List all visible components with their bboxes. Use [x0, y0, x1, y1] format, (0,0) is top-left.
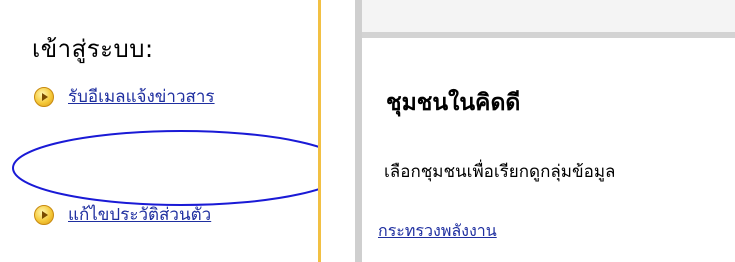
divider-gap — [321, 0, 355, 262]
community-description: เลือกชุมชนเพื่อเรียกดูกลุ่มข้อมูล — [384, 162, 616, 182]
left-sidebar: เข้าสู่ระบบ: รับอีเมลแจ้งข่าวสาร แก้ไขปร… — [0, 0, 350, 262]
annotation-ellipse — [12, 130, 350, 206]
nav-item-edit-profile[interactable]: แก้ไขประวัติส่วนตัว — [34, 204, 211, 226]
content-border — [355, 0, 362, 262]
arrow-circle-icon — [34, 87, 54, 107]
login-heading: เข้าสู่ระบบ: — [32, 35, 154, 63]
nav-link-email-news[interactable]: รับอีเมลแจ้งข่าวสาร — [68, 86, 215, 108]
nav-item-email-news[interactable]: รับอีเมลแจ้งข่าวสาร — [34, 86, 215, 108]
arrow-circle-icon — [34, 205, 54, 225]
content-top-band — [362, 0, 735, 38]
community-heading: ชุมชนในคิดดี — [386, 90, 521, 116]
ministry-link[interactable]: กระทรวงพลังงาน — [378, 220, 497, 242]
nav-link-edit-profile[interactable]: แก้ไขประวัติส่วนตัว — [68, 204, 211, 226]
